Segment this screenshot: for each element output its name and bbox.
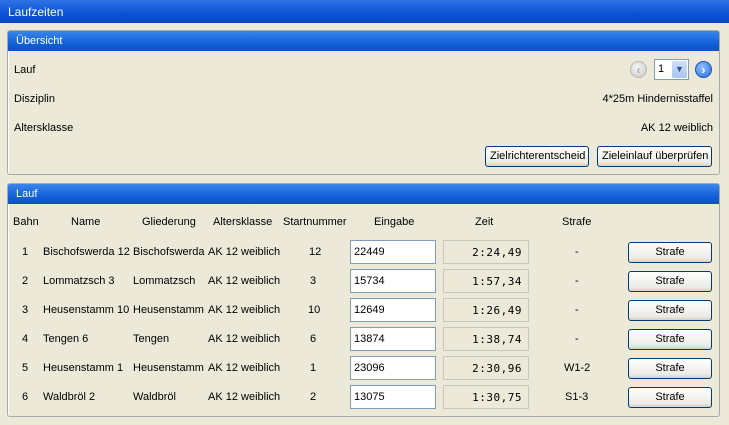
col-header-zeit: Zeit (475, 216, 494, 228)
col-header-name: Name (71, 216, 101, 228)
cell-name: Heusenstamm 1 (43, 362, 124, 374)
cell-startnummer: 6 (310, 333, 317, 345)
cell-startnummer: 1 (310, 362, 317, 374)
strafe-button[interactable]: Strafe (628, 271, 712, 292)
arrow-left-icon[interactable]: ‹ (630, 61, 647, 78)
disziplin-value: 4*25m Hindernisstaffel (602, 93, 713, 105)
cell-bahn: 5 (22, 362, 29, 374)
zeit-field: 1:38,74 (443, 327, 529, 351)
strafe-button[interactable]: Strafe (628, 300, 712, 321)
cell-altersklasse: AK 12 weiblich (208, 391, 281, 403)
zeit-field: 1:30,75 (443, 385, 529, 409)
col-header-gliederung: Gliederung (142, 216, 196, 228)
lauf-label: Lauf (14, 64, 36, 76)
strafe-button[interactable]: Strafe (628, 242, 712, 263)
cell-bahn: 6 (22, 391, 29, 403)
cell-strafe: - (575, 246, 579, 258)
cell-name: Bischofswerda 12 (43, 246, 130, 258)
arrow-right-icon[interactable]: › (695, 61, 712, 78)
eingabe-input[interactable]: 23096 (350, 356, 436, 380)
zeit-field: 1:57,34 (443, 269, 529, 293)
cell-altersklasse: AK 12 weiblich (208, 275, 281, 287)
cell-bahn: 2 (22, 275, 29, 287)
eingabe-input[interactable]: 22449 (350, 240, 436, 264)
strafe-button[interactable]: Strafe (628, 358, 712, 379)
col-header-bahn: Bahn (13, 216, 39, 228)
cell-strafe: S1-3 (565, 391, 589, 403)
eingabe-input[interactable]: 13874 (350, 327, 436, 351)
eingabe-input[interactable]: 13075 (350, 385, 436, 409)
zeit-field: 1:26,49 (443, 298, 529, 322)
zielrichterentscheid-button[interactable]: Zielrichterentscheid (485, 146, 589, 167)
zieleinlauf-pruefen-button[interactable]: Zieleinlauf überprüfen (597, 146, 712, 167)
altersklasse-label: Altersklasse (14, 122, 74, 134)
chevron-down-icon[interactable]: ▼ (672, 61, 687, 78)
cell-gliederung: Heusenstamm (133, 304, 204, 316)
altersklasse-value: AK 12 weiblich (640, 122, 713, 134)
cell-startnummer: 3 (310, 275, 317, 287)
cell-gliederung: Bischofswerda (133, 246, 205, 258)
cell-name: Lommatzsch 3 (43, 275, 115, 287)
cell-altersklasse: AK 12 weiblich (208, 304, 281, 316)
zeit-field: 2:24,49 (443, 240, 529, 264)
overview-panel: Übersicht Lauf ‹ 1 ▼ › Disziplin 4*25m H… (7, 30, 720, 175)
overview-header: Übersicht (8, 31, 719, 51)
lauf-select-value: 1 (658, 63, 665, 75)
window-title: Laufzeiten (0, 0, 729, 23)
col-header-strafe: Strafe (562, 216, 592, 228)
cell-startnummer: 2 (310, 391, 317, 403)
cell-name: Heusenstamm 10 (43, 304, 130, 316)
cell-strafe: W1-2 (564, 362, 591, 374)
cell-altersklasse: AK 12 weiblich (208, 333, 281, 345)
cell-startnummer: 10 (308, 304, 321, 316)
lauf-select[interactable]: 1 ▼ (654, 59, 689, 80)
col-header-eingabe: Eingabe (374, 216, 415, 228)
cell-startnummer: 12 (309, 246, 322, 258)
cell-strafe: - (575, 333, 579, 345)
cell-gliederung: Heusenstamm (133, 362, 204, 374)
cell-altersklasse: AK 12 weiblich (208, 362, 281, 374)
cell-bahn: 4 (22, 333, 29, 345)
strafe-button[interactable]: Strafe (628, 387, 712, 408)
cell-gliederung: Waldbröl (133, 391, 176, 403)
cell-name: Waldbröl 2 (43, 391, 96, 403)
col-header-startnummer: Startnummer (283, 216, 347, 228)
eingabe-input[interactable]: 12649 (350, 298, 436, 322)
cell-strafe: - (575, 275, 579, 287)
zeit-field: 2:30,96 (443, 356, 529, 380)
strafe-button[interactable]: Strafe (628, 329, 712, 350)
cell-bahn: 3 (22, 304, 29, 316)
cell-bahn: 1 (22, 246, 29, 258)
cell-strafe: - (575, 304, 579, 316)
cell-gliederung: Lommatzsch (133, 275, 196, 287)
lauf-header: Lauf (8, 184, 719, 204)
cell-name: Tengen 6 (43, 333, 89, 345)
cell-altersklasse: AK 12 weiblich (208, 246, 281, 258)
cell-gliederung: Tengen (133, 333, 170, 345)
col-header-altersklasse: Altersklasse (213, 216, 273, 228)
disziplin-label: Disziplin (14, 93, 55, 105)
eingabe-input[interactable]: 15734 (350, 269, 436, 293)
